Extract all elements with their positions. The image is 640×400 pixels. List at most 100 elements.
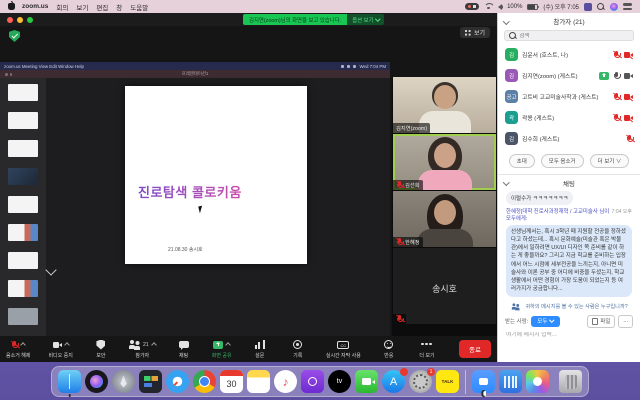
calendar-dock-icon[interactable]: 30 — [220, 370, 243, 393]
slide-thumbnail-panel[interactable] — [0, 78, 46, 336]
participants-list: 김김윤서 (호스트, 나)김김지연(zoom) (게스트)공고고트비 고교미술사… — [498, 44, 640, 149]
slide-thumbnail-2[interactable] — [8, 112, 38, 129]
participant-row[interactable]: 곽곽용 (게스트) — [498, 107, 640, 128]
video-tile-한혜정[interactable]: 한혜정 — [393, 191, 496, 247]
wifi-icon[interactable] — [484, 3, 493, 10]
participants-search-input[interactable] — [519, 33, 629, 39]
video-tile-김지연(zoom)[interactable]: 김지연(zoom) — [393, 77, 496, 133]
toolbar-share-screen-button[interactable]: 화면 공유 — [212, 340, 232, 359]
stop-share-pill-icon[interactable] — [465, 3, 479, 10]
chat-input[interactable] — [506, 332, 632, 338]
slide-thumbnail-3[interactable] — [8, 140, 38, 157]
participant-figure — [434, 200, 456, 225]
toolbar-record-button[interactable]: 기록 — [288, 340, 308, 359]
siri-icon[interactable] — [610, 3, 618, 11]
participants-action-2[interactable]: 더 보기 ∨ — [590, 154, 630, 168]
toolbar-video-button[interactable]: 비디오 중지 — [48, 340, 72, 359]
toolbar-icon-row — [53, 340, 69, 350]
share-icon — [599, 72, 609, 80]
participant-row[interactable]: 김김수희 (게스트) — [498, 128, 640, 149]
menubar-app-name[interactable]: zoom.us — [22, 3, 48, 10]
spotlight-search-icon[interactable] — [597, 3, 605, 11]
chrome-dock-icon[interactable] — [193, 370, 216, 393]
slide-thumbnail-5[interactable] — [8, 196, 38, 213]
participants-action-0[interactable]: 초대 — [509, 154, 535, 168]
chat-privacy-note[interactable]: 귀하의 메시지를 볼 수 있는 사람은 누구입니까? — [502, 302, 636, 311]
window-traffic-lights[interactable] — [7, 17, 33, 23]
menubar-menu-3[interactable]: 창 — [116, 5, 122, 12]
share-screen-icon — [213, 341, 223, 349]
toolbar-more-button[interactable]: 더 보기 — [417, 340, 437, 359]
chat-icon — [179, 341, 189, 348]
slide-thumbnail-6[interactable] — [8, 224, 38, 241]
menubar-menu-0[interactable]: 회의 — [56, 5, 68, 12]
menubar-menu-4[interactable]: 도움말 — [130, 5, 148, 12]
chevron-up-icon[interactable] — [64, 342, 70, 348]
kakaotalk-dock-icon[interactable]: TALK — [436, 370, 459, 393]
chevron-up-icon[interactable] — [20, 342, 26, 348]
search-icon — [509, 32, 516, 40]
menubar-status-area: 100% (수) 오후 7:05 — [465, 2, 632, 11]
participant-row[interactable]: 공고고트비 고교미술사학과 (게스트) — [498, 86, 640, 107]
settings-dock-icon[interactable]: 1 — [409, 370, 432, 393]
toolbar-chat-button[interactable]: 채팅 — [174, 340, 194, 359]
participants-search[interactable] — [504, 30, 634, 41]
slide-thumbnail-4[interactable] — [8, 168, 38, 185]
participant-row[interactable]: 김김지연(zoom) (게스트) — [498, 65, 640, 86]
launchpad-dock-icon[interactable] — [112, 370, 135, 393]
volume-icon[interactable] — [498, 4, 502, 10]
toolbar-label: 채팅 — [179, 352, 188, 359]
participants-action-1[interactable]: 모두 음소거 — [541, 154, 584, 168]
participant-status-icons — [613, 51, 633, 59]
safari-dock-icon[interactable] — [166, 370, 189, 393]
app-store-dock-icon[interactable]: A — [382, 370, 405, 393]
slide-thumbnail-8[interactable] — [8, 280, 38, 297]
menubar-menu-2[interactable]: 편집 — [96, 5, 108, 12]
chat-more-button[interactable]: ... — [618, 315, 633, 328]
toolbar-reactions-button[interactable]: 반응 — [379, 340, 399, 359]
slide-thumbnail-7[interactable] — [8, 252, 38, 269]
toolbar-shield-button[interactable]: 보안 — [91, 340, 111, 359]
slide-thumbnail-1[interactable] — [8, 84, 38, 101]
podcasts-dock-icon[interactable] — [301, 370, 324, 393]
slide-thumbnail-9[interactable] — [8, 308, 38, 325]
books-dock-icon[interactable] — [499, 370, 522, 393]
apple-menu-icon[interactable] — [8, 3, 15, 10]
meeting-info-shield-icon[interactable] — [9, 30, 20, 42]
menubar-menu-1[interactable]: 보기 — [76, 5, 88, 12]
trash-dock-icon[interactable] — [559, 370, 582, 393]
toolbar-icon-row — [96, 340, 105, 350]
mission-control-dock-icon[interactable] — [139, 370, 162, 393]
recipient-dropdown[interactable]: 모두 — [531, 316, 560, 327]
zoom-dock-icon[interactable] — [472, 370, 495, 393]
photos-dock-icon[interactable] — [526, 370, 549, 393]
view-layout-button[interactable]: 보기 — [460, 27, 490, 38]
music-dock-icon[interactable]: ♪ — [274, 370, 297, 393]
view-options-button[interactable]: 옵션 보기 — [347, 14, 384, 25]
participant-name: 김수희 (게스트) — [522, 134, 622, 143]
attach-file-button[interactable]: 파일 — [587, 315, 615, 328]
toolbar-polls-button[interactable]: 설문 — [250, 340, 270, 359]
toolbar-label: 더 보기 — [419, 352, 434, 359]
leave-meeting-button[interactable]: 종료 — [459, 340, 491, 358]
menubar-clock[interactable]: (수) 오후 7:05 — [543, 2, 579, 11]
toolbar-cc-button[interactable]: 실시간 자막 사용 — [326, 340, 361, 359]
video-tile-김선희[interactable]: 김선희 — [393, 134, 496, 190]
notes-dock-icon[interactable] — [247, 370, 270, 393]
finder-dock-icon[interactable] — [58, 370, 81, 393]
toolbar-mic-off-button[interactable]: 음소거 해제 — [6, 340, 30, 359]
chevron-up-icon[interactable] — [225, 342, 231, 348]
share-banner-message: 김지연(zoom)님의 화면을 보고 있습니다. — [243, 14, 347, 25]
chevron-up-icon[interactable] — [151, 342, 157, 348]
toolbar-participants-button[interactable]: 21참가자 — [129, 340, 156, 359]
file-icon — [592, 318, 598, 325]
facetime-dock-icon[interactable] — [355, 370, 378, 393]
app-shortcut-icon[interactable] — [584, 3, 592, 11]
apple-tv-dock-icon[interactable]: tv — [328, 370, 351, 393]
participant-row[interactable]: 김김윤서 (호스트, 나) — [498, 44, 640, 65]
control-center-icon[interactable] — [623, 3, 632, 10]
siri-dock-icon[interactable] — [85, 370, 108, 393]
cc-icon — [337, 341, 349, 349]
chat-message-time: 7:04 오후 — [612, 209, 632, 216]
video-tile-송시호[interactable]: 송시호 — [393, 248, 496, 324]
